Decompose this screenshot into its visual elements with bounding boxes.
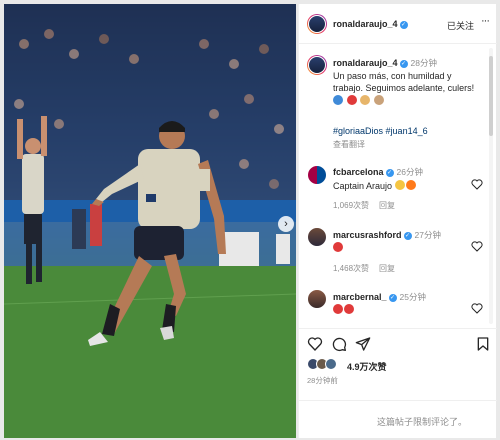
red-heart-emoji [344, 304, 354, 314]
see-translation-link[interactable]: 查看翻译 [333, 139, 365, 150]
comment-username[interactable]: marcbernal_ ✓ 25分钟 [333, 291, 426, 303]
comment-like-icon[interactable] [471, 241, 483, 252]
likes-count[interactable]: 4.9万次赞 [347, 360, 387, 373]
star-struck-emoji [394, 180, 405, 190]
caption-time: 28分钟 [410, 58, 437, 68]
liker-avatar [325, 358, 337, 370]
comment-like-icon[interactable] [471, 303, 483, 314]
carousel-indicator [4, 428, 296, 438]
comment-text: Captain Araujo [333, 180, 417, 192]
hashtag-link[interactable]: #gloriaaDios [333, 126, 383, 136]
carousel-next-button[interactable]: › [278, 216, 294, 232]
comment-like-icon[interactable] [471, 179, 483, 190]
post-header: ronaldaraujo_4 ✓ 已关注 ··· [299, 4, 497, 44]
fire-emoji [405, 180, 416, 190]
verified-badge-icon: ✓ [399, 21, 408, 29]
commenter-avatar[interactable] [307, 289, 327, 309]
verified-badge-icon: ✓ [388, 294, 397, 302]
comments-scrollbar-thumb[interactable] [489, 56, 493, 136]
author-username[interactable]: ronaldaraujo_4 ✓ [333, 19, 408, 29]
player-celebration-image [4, 4, 296, 438]
reply-button[interactable]: 回复 [379, 201, 395, 210]
red-heart-emoji [346, 95, 357, 105]
comment-likes[interactable]: 1,468次赞 [333, 264, 369, 273]
comment-meta: 1,069次赞 回复 [333, 200, 395, 211]
commenter-avatar[interactable] [307, 227, 327, 247]
comment-text [333, 304, 355, 316]
post-timestamp: 28分钟前 [307, 376, 338, 385]
verified-badge-icon: ✓ [399, 60, 408, 68]
send-icon[interactable] [355, 336, 371, 352]
blue-heart-emoji [333, 95, 343, 105]
comments-list[interactable]: ronaldaraujo_4 ✓ 28分钟 Un paso más, con hum… [299, 45, 487, 325]
heart-icon[interactable] [307, 336, 323, 352]
post-side-panel: ronaldaraujo_4 ✓ 已关注 ··· ronaldaraujo_4 ✓ 2… [298, 4, 497, 438]
comment-icon[interactable] [331, 336, 347, 352]
more-horizontal-icon[interactable]: ··· [481, 15, 490, 27]
reply-button[interactable]: 回复 [379, 264, 395, 273]
comment-text [333, 242, 344, 254]
comment-username[interactable]: fcbarcelona ✓ 26分钟 [333, 166, 423, 178]
comment-meta: 1,468次赞 回复 [333, 263, 395, 274]
red-heart-emoji [333, 242, 343, 252]
bookmark-icon[interactable] [475, 336, 491, 352]
pray-emoji [373, 95, 384, 105]
author-avatar[interactable] [307, 14, 327, 34]
caption-username[interactable]: ronaldaraujo_4 ✓ 28分钟 [333, 57, 437, 69]
post-modal: › ronaldaraujo_4 ✓ 已关注 ··· ronaldaraujo_4… [0, 0, 500, 440]
comment-username[interactable]: marcusrashford ✓ 27分钟 [333, 229, 441, 241]
commenter-avatar[interactable] [307, 165, 327, 185]
flexed-biceps-emoji [360, 95, 371, 105]
follow-status-button[interactable]: 已关注 [447, 19, 474, 32]
red-heart-emoji [333, 304, 343, 314]
verified-badge-icon: ✓ [385, 169, 394, 177]
verified-badge-icon: ✓ [403, 232, 412, 240]
post-actions-bar [299, 328, 497, 356]
hashtag-link[interactable]: #juan14_6 [386, 126, 428, 136]
caption-emojis [333, 95, 474, 107]
caption-author-avatar[interactable] [307, 55, 327, 75]
post-photo[interactable]: › [4, 4, 296, 438]
comments-restricted-notice: 这篇帖子限制评论了。 [299, 400, 497, 438]
comment-likes[interactable]: 1,069次赞 [333, 201, 369, 210]
caption-text: Un paso más, con humildad y trabajo. Seg… [333, 70, 474, 107]
caption-hashtags: #gloriaaDios #juan14_6 [333, 125, 428, 137]
